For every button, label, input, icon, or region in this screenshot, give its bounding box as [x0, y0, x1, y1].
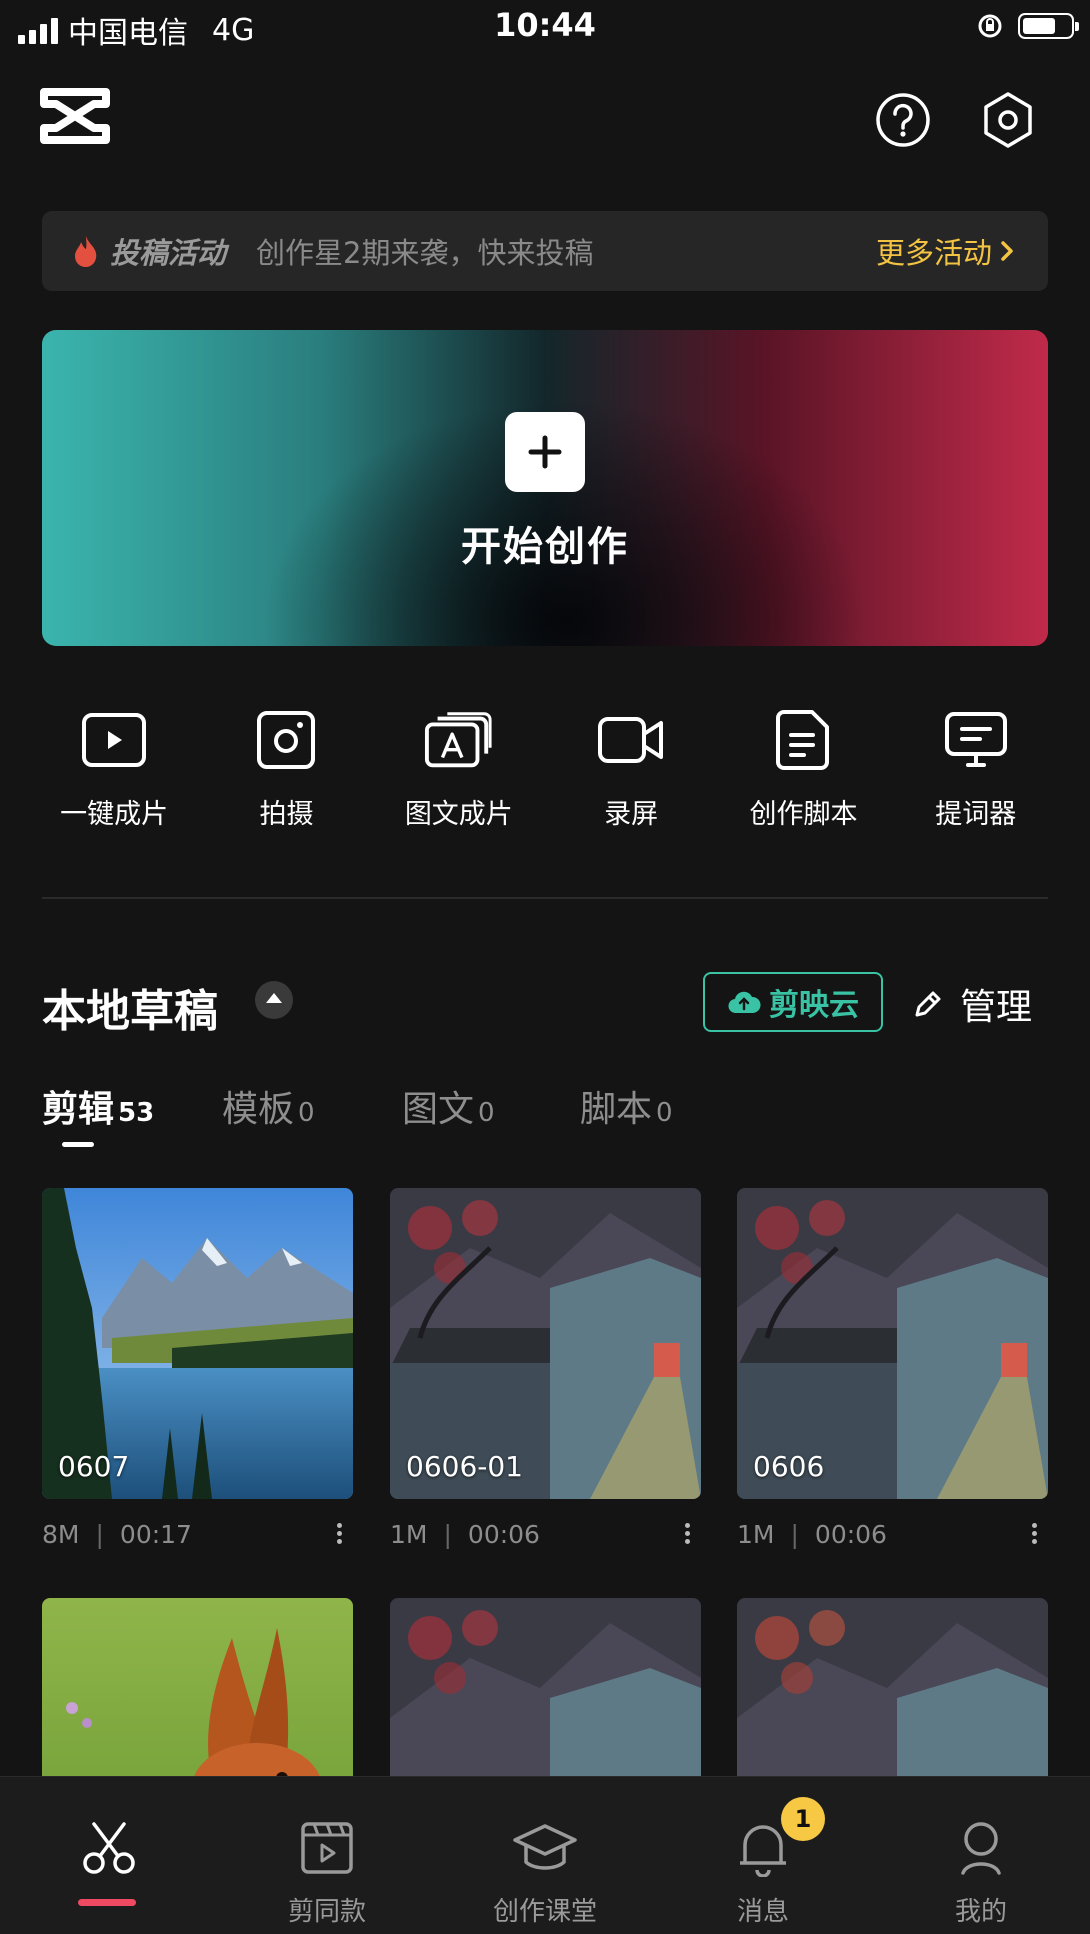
status-bar: 中国电信 4G 10:44 — [0, 0, 1090, 58]
battery-icon — [1018, 13, 1079, 39]
user-icon — [961, 1822, 1001, 1875]
play-square-icon — [82, 713, 147, 767]
draft-thumbnail[interactable]: 0607 — [42, 1188, 353, 1499]
draft-meta: 8M | 00:17 — [42, 1520, 353, 1549]
section-divider — [42, 897, 1048, 899]
capcut-logo-icon — [40, 88, 110, 144]
draft-thumbnail[interactable]: 0606 — [737, 1188, 1048, 1499]
draft-title: 0606-01 — [406, 1450, 523, 1483]
scissors-icon — [83, 1822, 135, 1874]
tab-label: 脚本 — [580, 1089, 653, 1130]
cloud-label: 剪映云 — [769, 988, 859, 1023]
chevron-right-icon — [1001, 241, 1013, 261]
app-header — [0, 70, 1090, 170]
tool-label: 录屏 — [604, 799, 659, 830]
nav-label: 剪同款 — [287, 1897, 366, 1927]
manage-button[interactable]: 管理 — [912, 978, 1032, 1030]
nav-messages[interactable]: 消息 1 — [654, 1777, 872, 1934]
tool-label: 一键成片 — [60, 799, 169, 830]
tab-count: 0 — [298, 1098, 315, 1128]
tool-script[interactable]: 创作脚本 — [717, 708, 889, 838]
more-activities-link[interactable]: 更多活动 — [876, 230, 1014, 272]
tab-label: 模板 — [222, 1089, 295, 1130]
start-creation-label: 开始创作 — [461, 524, 629, 570]
nav-profile[interactable]: 我的 — [872, 1777, 1090, 1934]
tools-row: 一键成片 拍摄 图文成片 录屏 创作脚本 提词器 — [28, 708, 1062, 838]
draft-thumbnail[interactable]: 0606-01 — [390, 1188, 701, 1499]
tab-edit[interactable]: 剪辑 53 — [42, 1080, 155, 1147]
tool-label: 创作脚本 — [749, 799, 858, 830]
tool-text-to-video[interactable]: 图文成片 — [373, 708, 545, 838]
clock: 10:44 — [494, 6, 596, 44]
more-activities-label: 更多活动 — [875, 236, 992, 270]
camera-icon — [257, 711, 316, 769]
draft-duration: 00:17 — [119, 1520, 192, 1549]
film-template-icon — [301, 1822, 353, 1874]
more-options-icon[interactable] — [1026, 1520, 1042, 1550]
draft-duration: 00:06 — [467, 1520, 540, 1549]
plus-icon — [505, 412, 585, 492]
activity-text: 创作星2期来袭，快来投稿 — [256, 236, 594, 270]
draft-meta: 1M | 00:06 — [390, 1520, 701, 1549]
nav-label: 我的 — [954, 1897, 1007, 1927]
cloud-upload-icon — [728, 991, 761, 1014]
local-drafts-title: 本地草稿 — [42, 986, 218, 1037]
more-options-icon[interactable] — [331, 1520, 347, 1550]
text-to-video-icon — [424, 712, 492, 768]
bell-icon — [740, 1825, 786, 1877]
hexagon-settings-icon[interactable] — [978, 90, 1038, 150]
notification-badge: 1 — [781, 1797, 825, 1841]
draft-duration: 00:06 — [814, 1520, 887, 1549]
tab-image-text[interactable]: 图文 0 — [402, 1080, 495, 1132]
active-tab-indicator — [62, 1142, 94, 1147]
tool-label: 图文成片 — [404, 799, 513, 830]
collapse-toggle-icon[interactable] — [255, 981, 293, 1019]
teleprompter-icon — [944, 712, 1007, 767]
nav-templates[interactable]: 剪同款 — [218, 1777, 436, 1934]
nav-edit[interactable] — [0, 1777, 218, 1934]
nav-classroom[interactable]: 创作课堂 — [436, 1777, 654, 1934]
rotation-lock-icon — [978, 14, 1002, 38]
tab-count: 53 — [118, 1098, 155, 1128]
tool-screen-record[interactable]: 录屏 — [545, 708, 717, 838]
video-camera-icon — [598, 717, 664, 763]
bottom-nav: 剪同款 创作课堂 消息 1 我的 — [0, 1776, 1090, 1934]
pencil-icon — [915, 991, 941, 1017]
draft-title: 0606 — [753, 1450, 825, 1483]
tab-script[interactable]: 脚本 0 — [580, 1080, 673, 1132]
tab-label: 图文 — [402, 1089, 475, 1130]
draft-title: 0607 — [58, 1450, 130, 1483]
tab-template[interactable]: 模板 0 — [222, 1080, 315, 1132]
draft-meta: 1M | 00:06 — [737, 1520, 1048, 1549]
draft-size: 8M — [42, 1520, 80, 1549]
more-options-icon[interactable] — [679, 1520, 695, 1550]
flame-icon — [75, 236, 97, 267]
activity-tag: 投稿活动 — [110, 236, 227, 270]
home-screen: 中国电信 4G 10:44 投稿活动 创作星2期来袭，快来投稿 更多活动 开始创… — [0, 0, 1090, 1934]
tool-label: 拍摄 — [259, 799, 314, 830]
tool-label: 提词器 — [935, 799, 1017, 830]
start-creation-banner[interactable]: 开始创作 — [42, 330, 1048, 646]
tool-teleprompter[interactable]: 提词器 — [890, 708, 1062, 838]
tab-label: 剪辑 — [42, 1089, 115, 1130]
active-nav-indicator — [78, 1899, 136, 1906]
tool-one-click[interactable]: 一键成片 — [28, 708, 200, 838]
cloud-button[interactable]: 剪映云 — [703, 972, 883, 1032]
graduation-cap-icon — [513, 1824, 577, 1870]
draft-size: 1M — [390, 1520, 428, 1549]
activity-banner[interactable]: 投稿活动 创作星2期来袭，快来投稿 更多活动 — [42, 211, 1048, 291]
script-doc-icon — [776, 710, 830, 770]
tab-count: 0 — [656, 1098, 673, 1128]
manage-label: 管理 — [960, 987, 1033, 1028]
help-circle-icon[interactable] — [873, 90, 933, 150]
nav-label: 消息 — [736, 1897, 789, 1927]
tool-shoot[interactable]: 拍摄 — [200, 708, 372, 838]
nav-label: 创作课堂 — [492, 1897, 597, 1927]
tab-count: 0 — [478, 1098, 495, 1128]
draft-size: 1M — [737, 1520, 775, 1549]
